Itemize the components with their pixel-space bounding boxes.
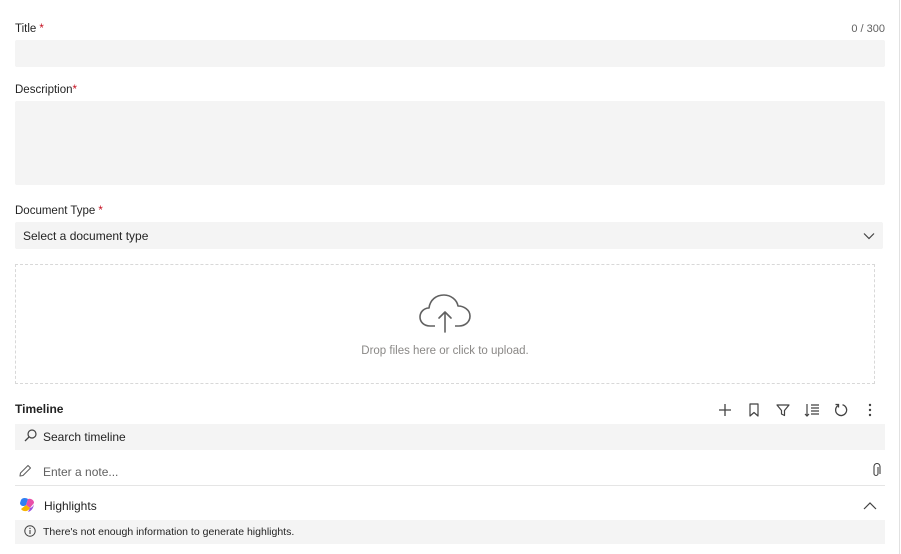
highlights-message: There's not enough information to genera…: [43, 526, 295, 538]
highlights-info-banner: There's not enough information to genera…: [15, 520, 885, 544]
timeline-toolbar: [714, 399, 881, 421]
more-icon[interactable]: [859, 399, 881, 421]
title-label-row: Title * 0 / 300: [15, 23, 885, 35]
title-label: Title *: [15, 23, 44, 35]
document-type-label-row: Document Type *: [15, 205, 885, 217]
required-mark: *: [72, 84, 78, 96]
drop-zone-text: Drop files here or click to upload.: [361, 344, 529, 357]
attachment-icon[interactable]: [871, 462, 881, 481]
document-type-label: Document Type *: [15, 205, 103, 217]
copilot-icon: [18, 496, 36, 517]
refresh-icon[interactable]: [830, 399, 852, 421]
required-mark: *: [98, 205, 103, 217]
file-drop-zone[interactable]: Drop files here or click to upload.: [15, 264, 875, 384]
timeline-title: Timeline: [15, 402, 64, 416]
add-icon[interactable]: [714, 399, 736, 421]
sort-icon[interactable]: [801, 399, 823, 421]
filter-icon[interactable]: [772, 399, 794, 421]
required-mark: *: [39, 23, 44, 35]
bookmark-icon[interactable]: [743, 399, 765, 421]
timeline-search[interactable]: Search timeline: [15, 424, 885, 450]
title-char-counter: 0 / 300: [851, 23, 885, 35]
info-icon: [24, 524, 36, 540]
chevron-down-icon: [863, 229, 875, 243]
right-border: [899, 0, 900, 554]
description-textarea[interactable]: [15, 101, 885, 185]
highlights-label: Highlights: [44, 499, 97, 513]
document-type-value: Select a document type: [23, 228, 149, 243]
chevron-up-icon[interactable]: [863, 499, 877, 513]
cloud-upload-icon: [418, 292, 472, 337]
note-placeholder: Enter a note...: [43, 464, 119, 479]
note-composer[interactable]: Enter a note...: [15, 458, 885, 486]
description-label-row: Description*: [15, 84, 885, 96]
title-input[interactable]: [15, 40, 885, 67]
highlights-header[interactable]: Highlights: [15, 494, 885, 518]
search-icon: [24, 429, 37, 445]
pencil-icon: [19, 464, 32, 480]
search-timeline-label: Search timeline: [43, 430, 126, 444]
description-label: Description*: [15, 84, 78, 96]
document-type-select[interactable]: Select a document type: [15, 222, 883, 249]
